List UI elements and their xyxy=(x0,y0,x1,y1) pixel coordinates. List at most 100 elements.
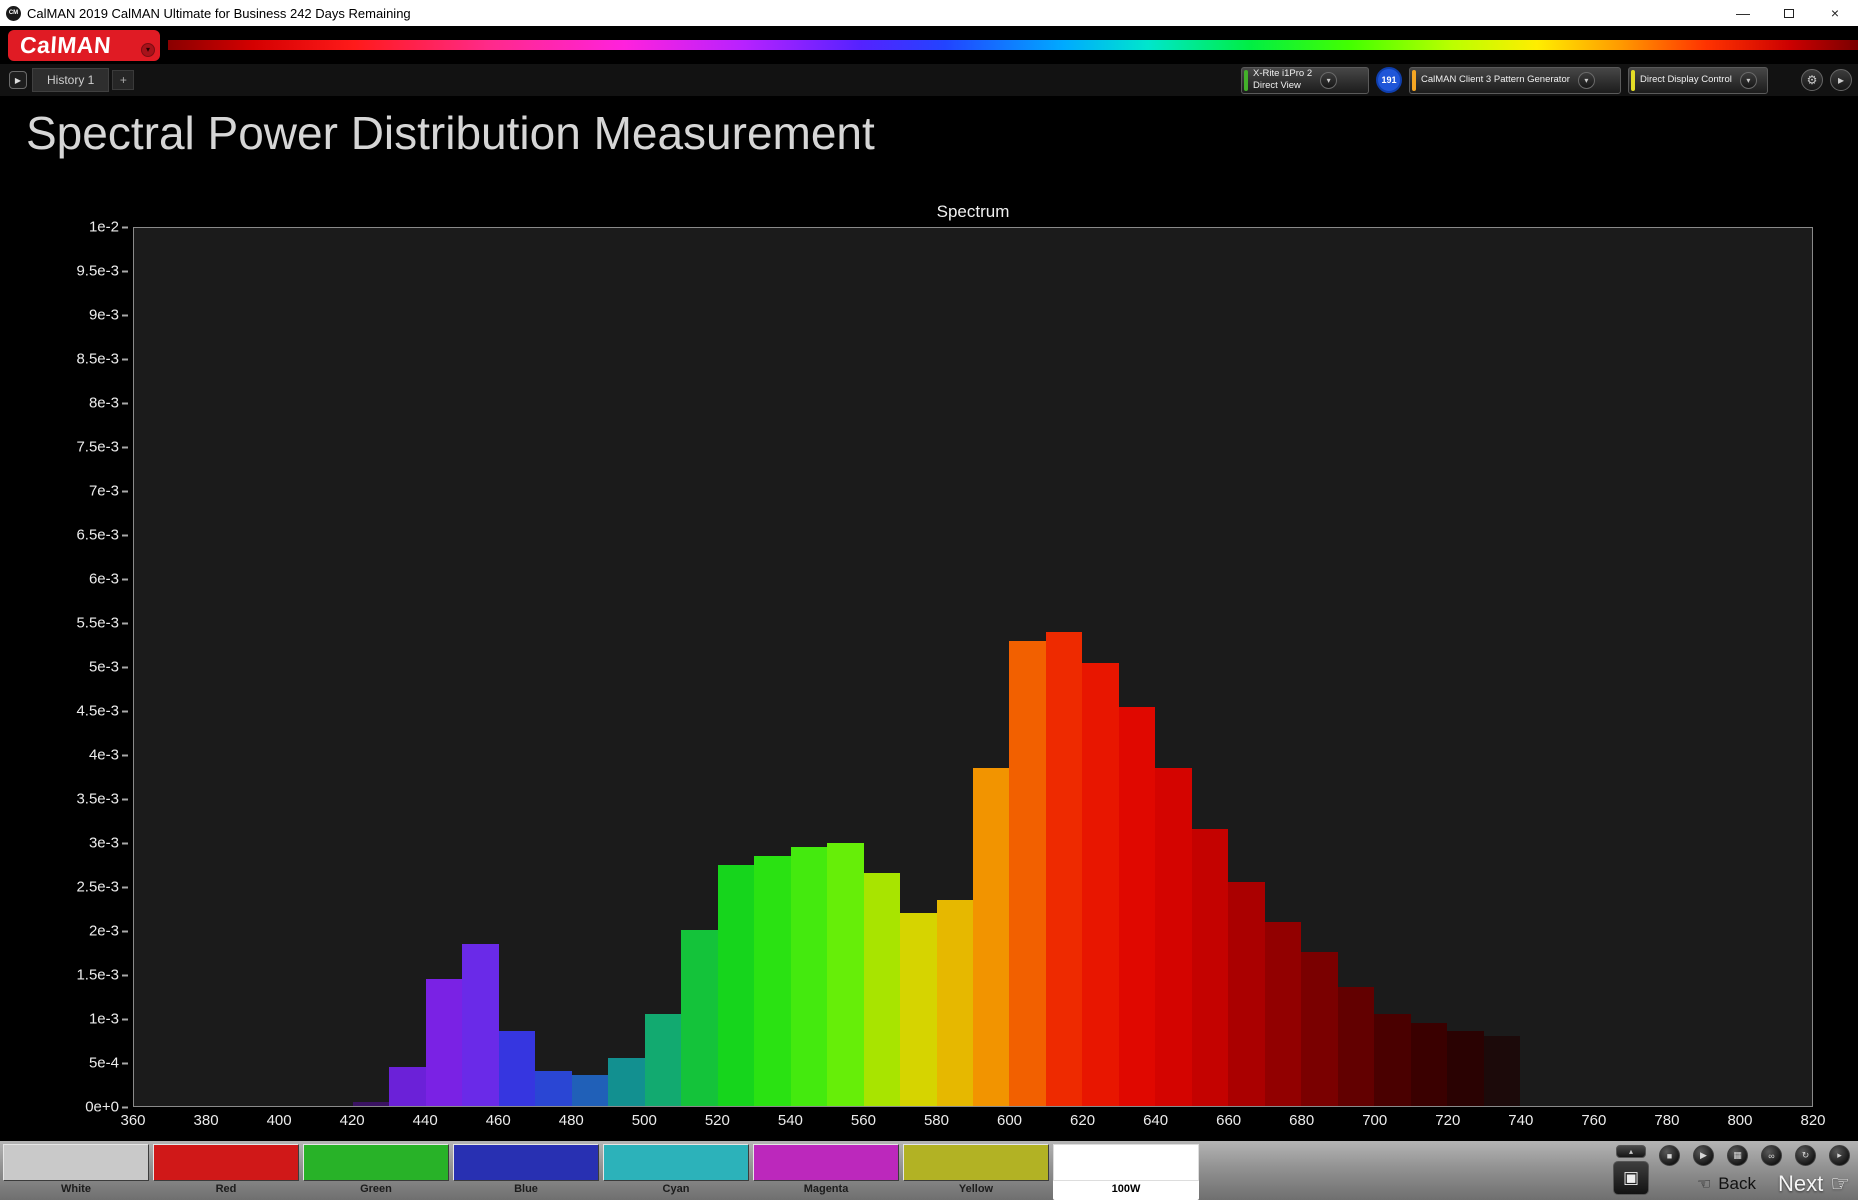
display-control-name: Direct Display Control xyxy=(1640,74,1732,86)
y-tick-mark xyxy=(122,446,128,448)
x-tick-label: 700 xyxy=(1362,1112,1387,1129)
spectrum-bar xyxy=(353,1102,389,1106)
y-tick-label: 4e-3 xyxy=(89,747,128,764)
pattern-button-white[interactable]: White xyxy=(3,1144,149,1200)
y-tick-mark xyxy=(122,534,128,536)
loop-button[interactable]: ∞ xyxy=(1761,1145,1782,1166)
add-tab-button[interactable]: + xyxy=(112,70,134,90)
play-button[interactable]: ▶ xyxy=(1693,1145,1714,1166)
meter-dropdown-icon[interactable]: ▾ xyxy=(1320,72,1337,89)
y-tick-label: 6e-3 xyxy=(89,571,128,588)
meter-selector[interactable]: X-Rite i1Pro 2 Direct View ▾ xyxy=(1241,67,1369,94)
y-tick-mark xyxy=(122,270,128,272)
session-badge[interactable]: 191 xyxy=(1376,67,1402,93)
y-tick-label: 5e-4 xyxy=(89,1055,128,1072)
spectrum-bar xyxy=(791,847,827,1106)
y-tick-label: 1e-2 xyxy=(89,219,128,236)
pattern-button-magenta[interactable]: Magenta xyxy=(753,1144,899,1200)
x-tick-label: 820 xyxy=(1800,1112,1825,1129)
refresh-icon: ↻ xyxy=(1802,1150,1810,1161)
x-tick-label: 680 xyxy=(1289,1112,1314,1129)
y-tick-mark xyxy=(122,1062,128,1064)
gear-icon: ⚙ xyxy=(1807,73,1818,87)
spectrum-bar xyxy=(645,1014,681,1106)
spectrum-bar xyxy=(1374,1014,1410,1106)
pattern-button-100w[interactable]: 100W xyxy=(1053,1144,1199,1200)
pattern-button-yellow[interactable]: Yellow xyxy=(903,1144,1049,1200)
flyout-toggle-button[interactable]: ▶ xyxy=(9,71,27,89)
display-window-button[interactable]: ▣ xyxy=(1613,1161,1649,1195)
back-button[interactable]: ☜ Back xyxy=(1697,1174,1756,1194)
spectrum-bar xyxy=(973,768,1009,1106)
x-tick-label: 480 xyxy=(559,1112,584,1129)
y-tick-label: 1e-3 xyxy=(89,1011,128,1028)
spectrum-bar xyxy=(572,1075,608,1106)
pattern-button-blue[interactable]: Blue xyxy=(453,1144,599,1200)
pattern-generator-selector[interactable]: CalMAN Client 3 Pattern Generator ▾ xyxy=(1409,67,1621,94)
close-button[interactable]: × xyxy=(1812,0,1858,26)
pattern-button-green[interactable]: Green xyxy=(303,1144,449,1200)
display-control-dropdown-icon[interactable]: ▾ xyxy=(1740,72,1757,89)
spectrum-bar xyxy=(1484,1036,1520,1106)
pattern-button-cyan[interactable]: Cyan xyxy=(603,1144,749,1200)
pattern-button-red[interactable]: Red xyxy=(153,1144,299,1200)
x-tick-label: 600 xyxy=(997,1112,1022,1129)
next-button[interactable]: Next ☞ xyxy=(1778,1171,1850,1197)
spectrum-bar xyxy=(1228,882,1264,1106)
y-tick-label: 3e-3 xyxy=(89,835,128,852)
y-tick-label: 5e-3 xyxy=(89,659,128,676)
x-tick-label: 760 xyxy=(1581,1112,1606,1129)
collapse-panel-button[interactable]: ▴ xyxy=(1616,1145,1646,1158)
back-hand-icon: ☜ xyxy=(1697,1174,1711,1194)
y-tick-mark xyxy=(122,226,128,228)
y-tick-mark xyxy=(122,798,128,800)
x-tick-label: 380 xyxy=(194,1112,219,1129)
y-tick-label: 9.5e-3 xyxy=(76,263,128,280)
spectrum-bar xyxy=(1119,707,1155,1106)
side-panel-toggle-button[interactable]: ▸ xyxy=(1830,69,1852,91)
y-tick-mark xyxy=(122,666,128,668)
meter-accent-stripe xyxy=(1244,70,1248,91)
y-tick-label: 9e-3 xyxy=(89,307,128,324)
next-hand-icon: ☞ xyxy=(1830,1171,1850,1197)
y-tick-mark xyxy=(122,578,128,580)
pattern-generator-dropdown-icon[interactable]: ▾ xyxy=(1578,72,1595,89)
panel-button[interactable]: ▸ xyxy=(1829,1145,1850,1166)
pattern-label: White xyxy=(61,1183,91,1195)
minimize-button[interactable]: — xyxy=(1720,0,1766,26)
y-tick-label: 2.5e-3 xyxy=(76,879,128,896)
display-control-selector[interactable]: Direct Display Control ▾ xyxy=(1628,67,1768,94)
x-tick-label: 440 xyxy=(413,1112,438,1129)
y-tick-mark xyxy=(122,314,128,316)
y-axis: 0e+05e-41e-31.5e-32e-32.5e-33e-33.5e-34e… xyxy=(0,227,128,1107)
settings-button[interactable]: ⚙ xyxy=(1801,69,1823,91)
spectrum-bar xyxy=(681,930,717,1106)
calman-logo[interactable]: CalMAN ▾ xyxy=(8,30,160,61)
maximize-button[interactable] xyxy=(1766,0,1812,26)
refresh-button[interactable]: ↻ xyxy=(1795,1145,1816,1166)
loop-icon: ∞ xyxy=(1768,1151,1774,1161)
play-icon: ▶ xyxy=(1700,1150,1707,1161)
y-tick-mark xyxy=(122,1018,128,1020)
x-tick-label: 640 xyxy=(1143,1112,1168,1129)
panel-icon: ▸ xyxy=(1837,1150,1842,1161)
spectrum-bar xyxy=(1411,1023,1447,1106)
spectrum-bar xyxy=(900,913,936,1106)
pattern-buttons: White RedGreenBlue Cyan MagentaYellow100W xyxy=(0,1141,1199,1200)
pattern-label: Cyan xyxy=(663,1183,690,1195)
y-tick-mark xyxy=(122,930,128,932)
spectrum-bar xyxy=(827,843,863,1106)
tab-history-1[interactable]: History 1 xyxy=(32,68,109,92)
window-title: CalMAN 2019 CalMAN Ultimate for Business… xyxy=(27,6,411,21)
meter-name: X-Rite i1Pro 2 xyxy=(1253,68,1312,80)
spectrum-bar xyxy=(1009,641,1045,1106)
save-button[interactable]: ▦ xyxy=(1727,1145,1748,1166)
spectrum-bar xyxy=(1046,632,1082,1106)
stop-button[interactable]: ■ xyxy=(1659,1145,1680,1166)
app-header: CalMAN ▾ xyxy=(0,26,1858,64)
y-tick-label: 7e-3 xyxy=(89,483,128,500)
logo-dropdown-icon[interactable]: ▾ xyxy=(141,43,155,57)
y-tick-label: 2e-3 xyxy=(89,923,128,940)
x-tick-label: 400 xyxy=(267,1112,292,1129)
spectrum-bar xyxy=(426,979,462,1106)
